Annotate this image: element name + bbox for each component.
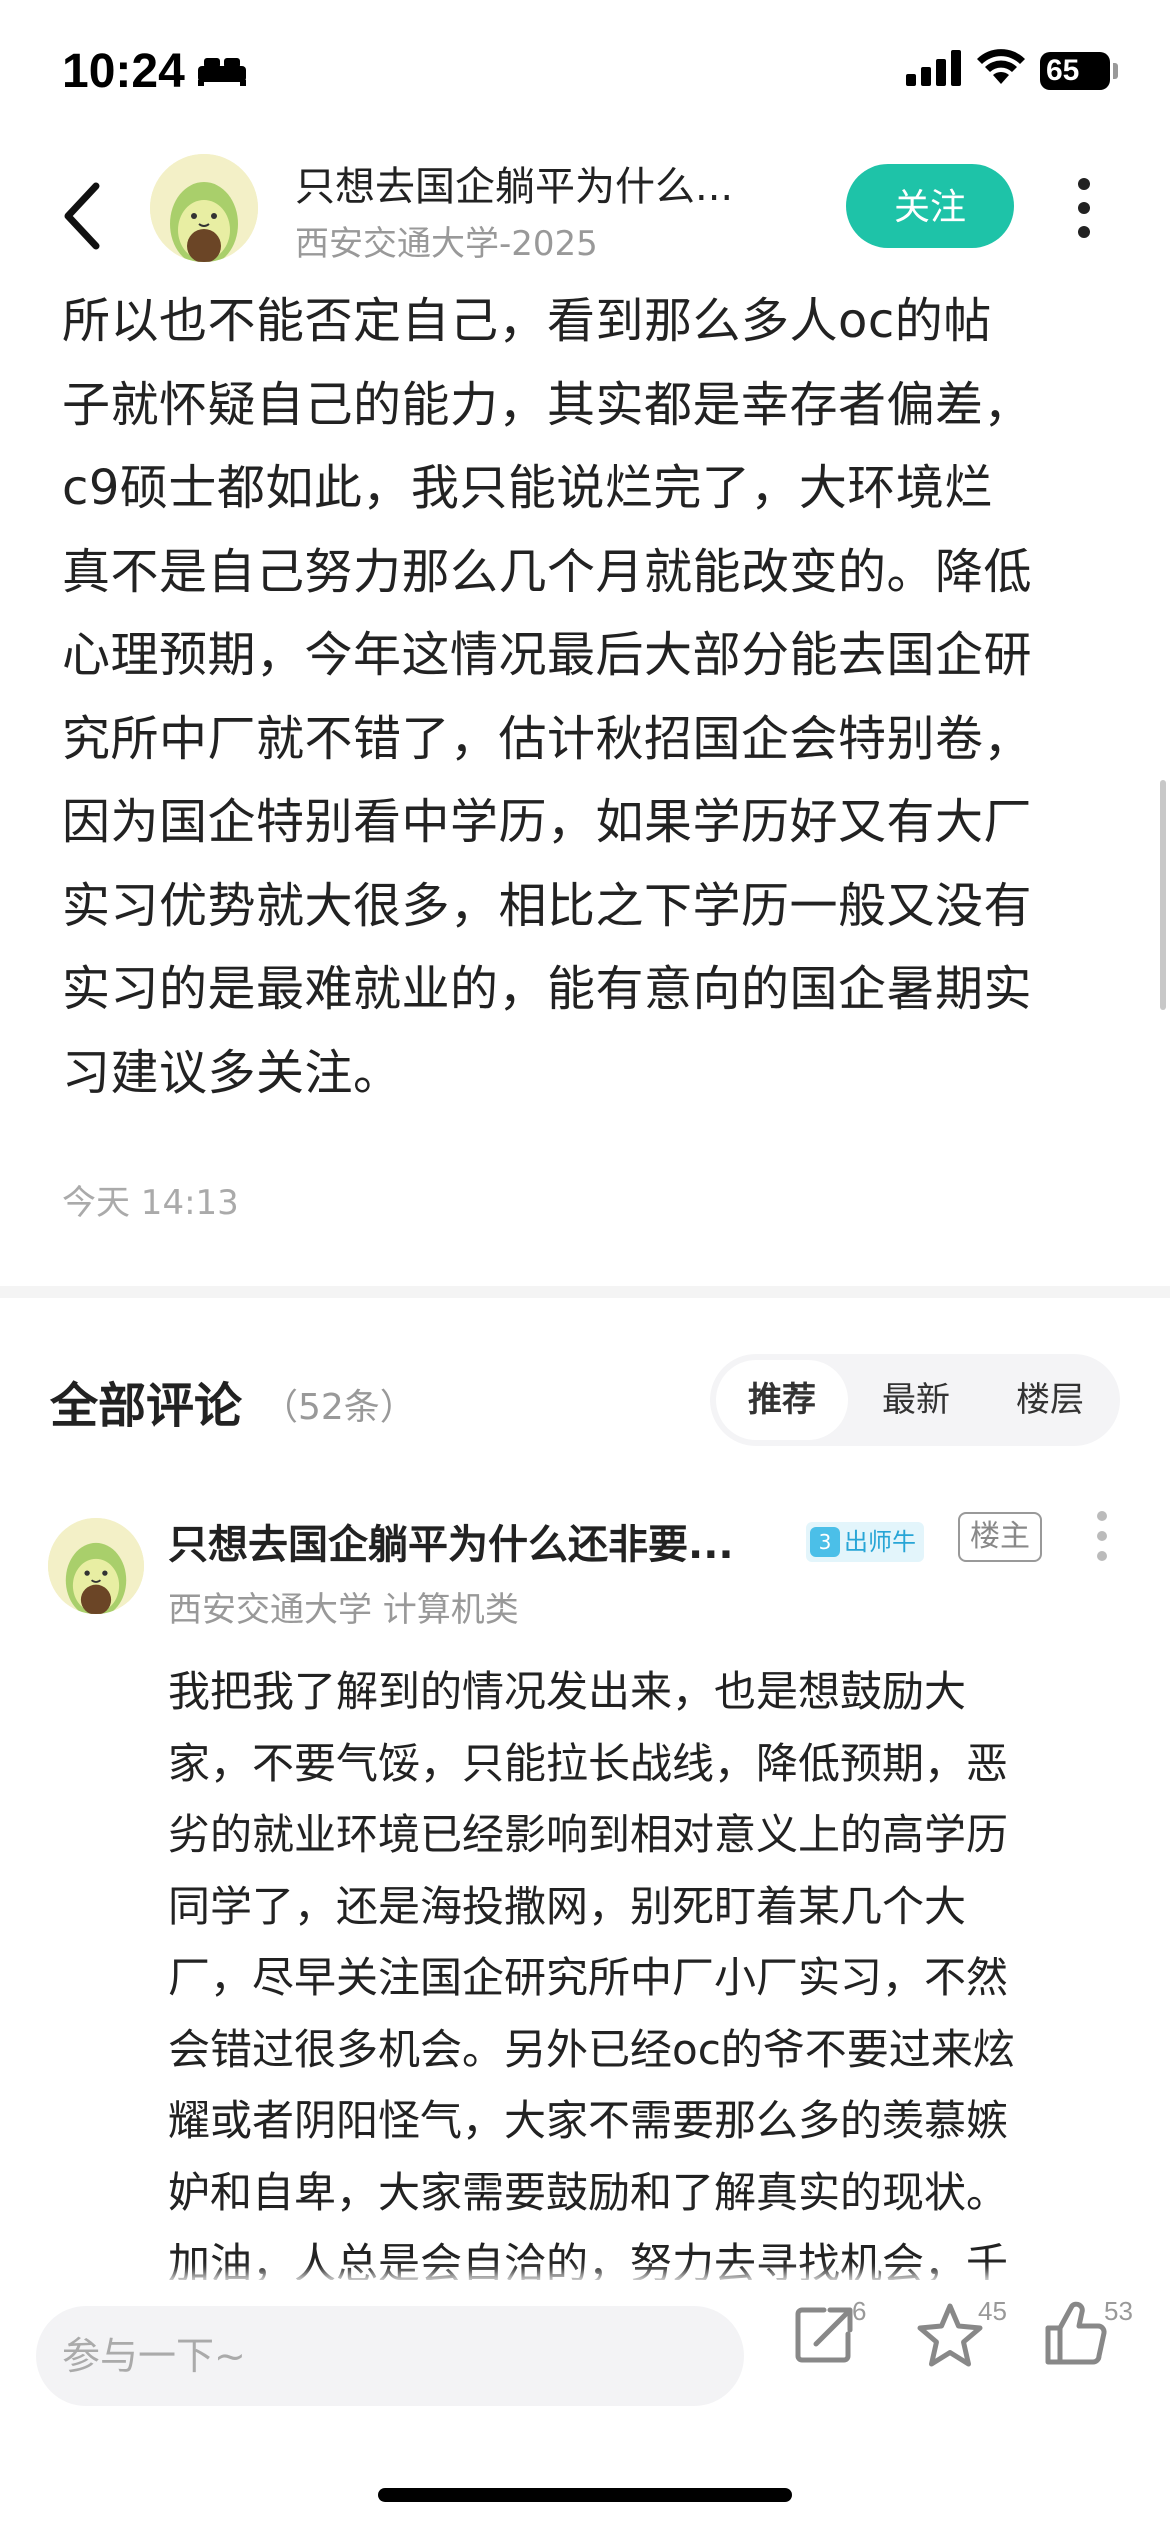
post-line: 实习优势就大很多，相比之下学历一般又没有 [62, 877, 1033, 934]
comment-line: 我把我了解到的情况发出来，也是想鼓励大 [168, 1667, 967, 1716]
post-line: c9硕士都如此，我只能说烂完了，大环境烂 [62, 460, 993, 516]
level-number: 3 [810, 1527, 840, 1557]
comment-line: 家，不要气馁，只能拉长战线，降低预期，恶 [168, 1738, 1009, 1788]
sort-tabs: 推荐 最新 楼层 [710, 1354, 1120, 1446]
comment-school: 西安交通大学 计算机类 [168, 1590, 519, 1630]
comments-title: 全部评论 [50, 1378, 243, 1434]
tab-latest[interactable]: 最新 [850, 1360, 982, 1440]
battery-indicator: 65 [1040, 52, 1110, 90]
scrollbar[interactable] [1160, 780, 1166, 1010]
tab-recommended[interactable]: 推荐 [716, 1360, 848, 1440]
share-icon[interactable] [790, 2300, 858, 2368]
header-subtitle: 西安交通大学-2025 [295, 224, 598, 264]
post-timestamp: 今天 14:13 [62, 1183, 239, 1223]
follow-button[interactable]: 关注 [846, 164, 1014, 248]
post-line: 因为国企特别看中学历，如果学历好又有大厂 [62, 794, 1033, 850]
status-bar: 10:24 65 [0, 0, 1170, 140]
share-count: 6 [852, 2296, 867, 2326]
comment-line: 厂，尽早关注国企研究所中厂小厂实习，不然 [168, 1953, 1009, 2002]
section-divider [0, 1286, 1170, 1298]
post-line: 心理预期，今年这情况最后大部分能去国企研 [62, 627, 1033, 683]
owner-badge: 楼主 [958, 1512, 1042, 1562]
comment-line: 同学了，还是海投撒网，别死盯着某几个大 [168, 1881, 967, 1931]
battery-tip [1113, 63, 1118, 79]
comment-line: 劣的就业环境已经影响到相对意义上的高学历 [168, 1810, 1009, 1859]
post-line: 真不是自己努力那么几个月就能改变的。降低 [62, 543, 1033, 600]
comments-count: （52条） [262, 1387, 416, 1428]
post-line: 子就怀疑自己的能力，其实都是幸存者偏差， [62, 376, 1033, 433]
post-body: 所以也不能否定自己，看到那么多人oc的帖 子就怀疑自己的能力，其实都是幸存者偏差… [62, 280, 1122, 1115]
thumbs-up-icon[interactable] [1042, 2300, 1110, 2368]
star-count: 45 [978, 2296, 1007, 2326]
star-icon[interactable] [916, 2302, 984, 2368]
sleep-icon [198, 58, 246, 86]
like-count: 53 [1104, 2296, 1133, 2326]
home-indicator[interactable] [378, 2488, 792, 2502]
header-title[interactable]: 只想去国企躺平为什么... [295, 154, 795, 212]
post-line: 实习的是最难就业的，能有意向的国企暑期实 [62, 961, 1033, 1017]
more-icon[interactable] [1074, 176, 1094, 240]
post-line: 究所中厂就不错了，估计秋招国企会特别卷， [62, 710, 1033, 767]
post-line: 习建议多关注。 [62, 1044, 402, 1101]
commenter-avatar[interactable] [48, 1518, 144, 1614]
avocado-avatar-icon [48, 1518, 144, 1614]
level-badge: 3 出师牛 [806, 1522, 924, 1562]
comment-line: 耀或者阴阳怪气，大家不需要那么多的羡慕嫉 [168, 2096, 1009, 2145]
level-label: 出师牛 [844, 1528, 916, 1556]
comment-line: 会错过很多机会。另外已经oc的爷不要过来炫 [168, 2024, 1015, 2074]
comment-more-icon[interactable] [1094, 1510, 1110, 1562]
signal-icon [906, 50, 961, 86]
status-time: 10:24 [62, 45, 185, 98]
wifi-icon [977, 49, 1025, 84]
author-avatar[interactable] [150, 154, 258, 262]
comment-line: 妒和自卑，大家需要鼓励和了解真实的现状。 [168, 2167, 1009, 2217]
back-icon[interactable] [60, 180, 104, 252]
post-line: 所以也不能否定自己，看到那么多人oc的帖 [62, 293, 992, 349]
post-header: 只想去国企躺平为什么... 西安交通大学-2025 关注 [0, 140, 1170, 290]
comment-body: 我把我了解到的情况发出来，也是想鼓励大 家，不要气馁，只能拉长战线，降低预期，恶… [168, 1656, 1108, 2300]
reply-input[interactable]: 参与一下~ [36, 2306, 744, 2406]
avocado-avatar-icon [150, 154, 258, 262]
comment-author[interactable]: 只想去国企躺平为什么还非要... [168, 1512, 768, 1570]
tab-floor[interactable]: 楼层 [984, 1360, 1116, 1440]
